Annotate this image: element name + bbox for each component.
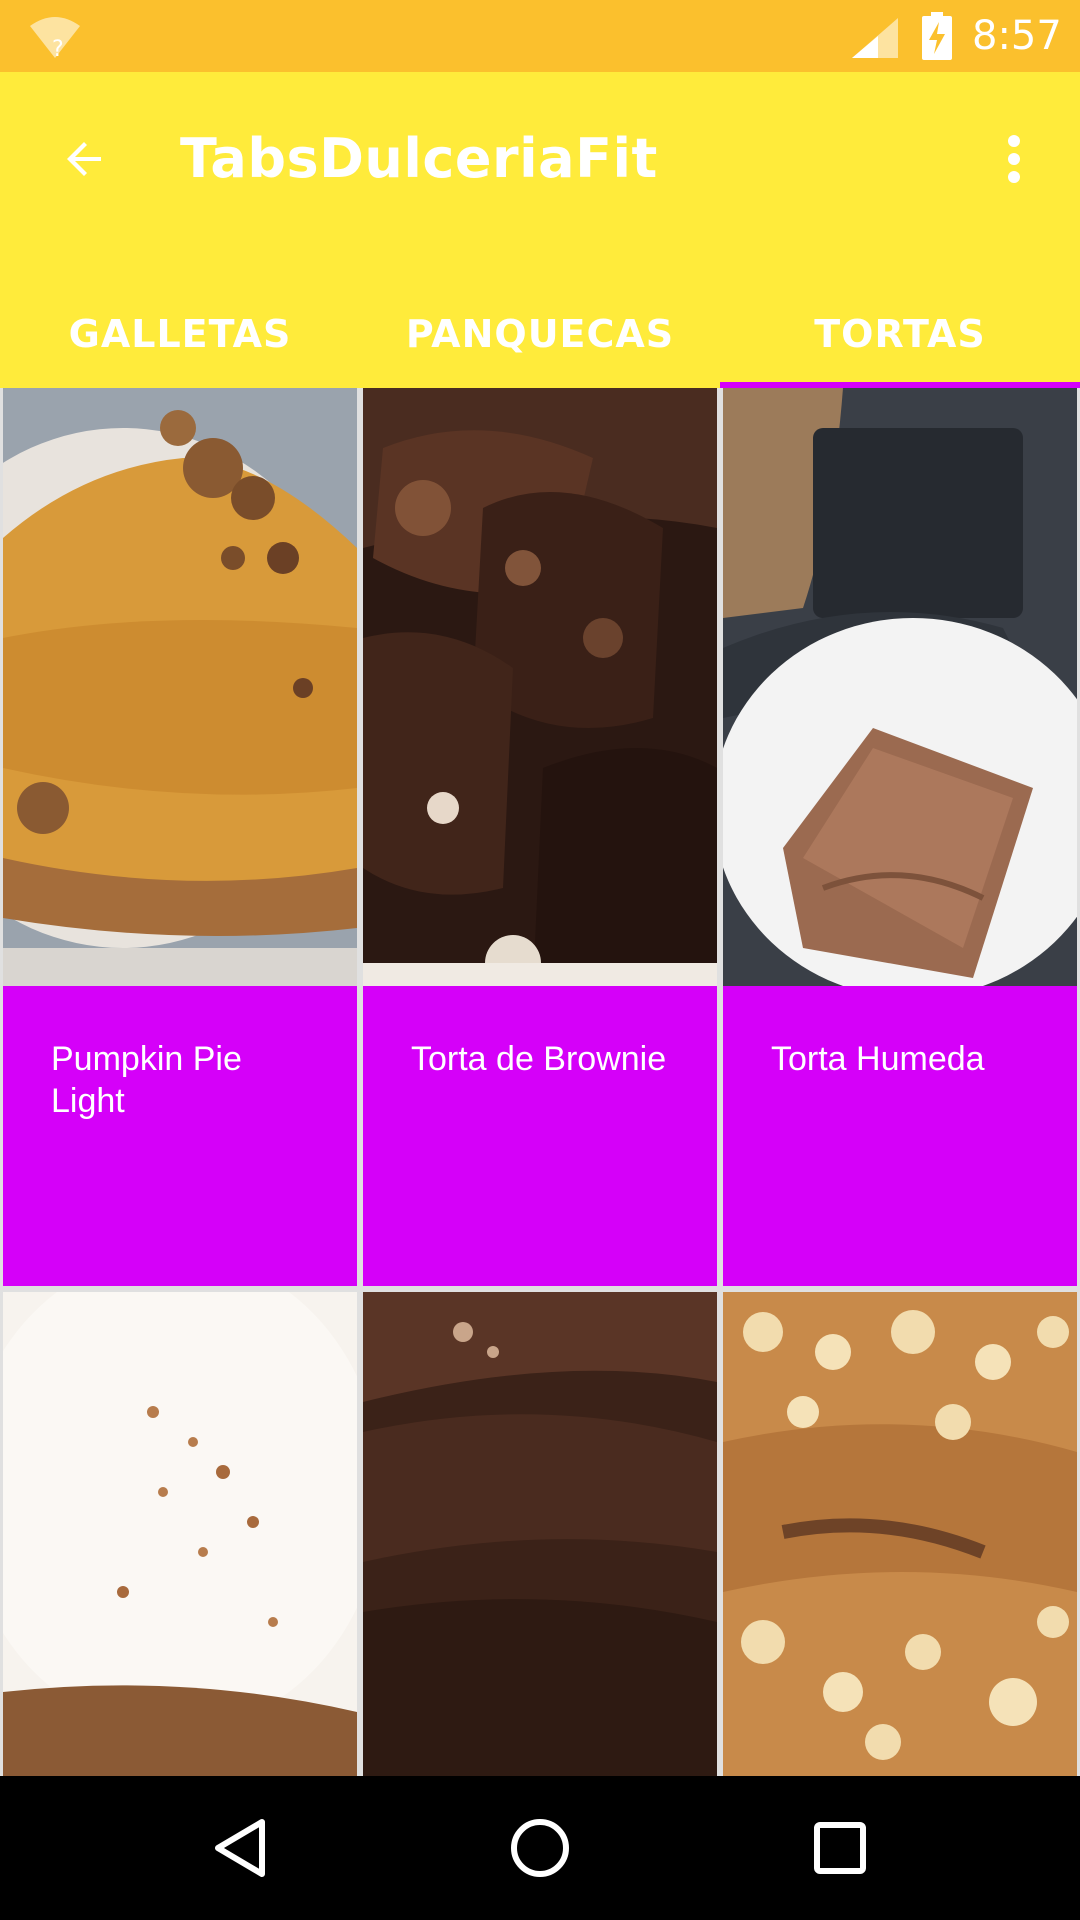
arrow-back-icon [67, 142, 101, 176]
status-bar: ? 8:57 [0, 0, 1080, 72]
tab-bar: GALLETAS PANQUECAS TORTAS [0, 280, 1080, 388]
recipe-name: Pumpkin Pie Light [51, 1040, 242, 1120]
nav-back-button[interactable] [200, 1812, 280, 1884]
tab-label: TORTAS [814, 312, 986, 356]
recipe-name: Torta Humeda [771, 1040, 985, 1078]
overflow-menu-button[interactable] [992, 124, 1036, 194]
recipe-card-label: Pumpkin Pie Light [3, 986, 357, 1286]
pumpkin-pie-photo [3, 388, 357, 986]
recipe-card-torta-brownie[interactable]: Torta de Brownie [363, 388, 717, 1286]
nav-home-button[interactable] [500, 1812, 580, 1884]
tab-panquecas[interactable]: PANQUECAS [360, 280, 720, 388]
system-nav-bar [0, 1776, 1080, 1920]
recipe-card[interactable] [3, 1292, 357, 1776]
recipe-card[interactable] [363, 1292, 717, 1776]
app-title: TabsDulceriaFit [180, 127, 658, 190]
recipe-card-torta-humeda[interactable]: Torta Humeda [723, 388, 1077, 1286]
status-time: 8:57 [972, 13, 1062, 59]
recipe-card[interactable] [723, 1292, 1077, 1776]
battery-charging-icon [922, 12, 952, 60]
tab-label: PANQUECAS [405, 312, 675, 356]
recipe-card-pumpkin-pie[interactable]: Pumpkin Pie Light [3, 388, 357, 1286]
recipe-name: Torta de Brownie [411, 1040, 667, 1078]
recipe-card-label: Torta Humeda [723, 986, 1077, 1286]
more-vert-icon [1008, 135, 1020, 183]
recipe-card-label: Torta de Brownie [363, 986, 717, 1286]
brownie-cake-photo [363, 388, 717, 986]
back-button[interactable] [50, 124, 120, 194]
moist-cake-photo [723, 388, 1077, 986]
recipe-grid: Pumpkin Pie Light Torta de Brownie Torta… [0, 388, 1080, 1776]
home-circle-icon [511, 1819, 569, 1877]
cream-cinnamon-cake-photo [3, 1292, 357, 1776]
wifi-unknown-icon: ? [30, 17, 80, 60]
signal-icon [852, 18, 898, 58]
tab-galletas[interactable]: GALLETAS [0, 280, 360, 388]
svg-text:?: ? [52, 37, 64, 60]
tab-label: GALLETAS [68, 312, 292, 356]
carrot-nut-cake-photo [723, 1292, 1077, 1776]
app-bar: TabsDulceriaFit GALLETAS PANQUECAS TORTA… [0, 72, 1080, 388]
chocolate-cake-photo [363, 1292, 717, 1776]
back-triangle-icon [215, 1819, 265, 1877]
nav-recents-button[interactable] [800, 1812, 880, 1884]
tab-tortas[interactable]: TORTAS [720, 280, 1080, 388]
recents-square-icon [814, 1822, 866, 1874]
